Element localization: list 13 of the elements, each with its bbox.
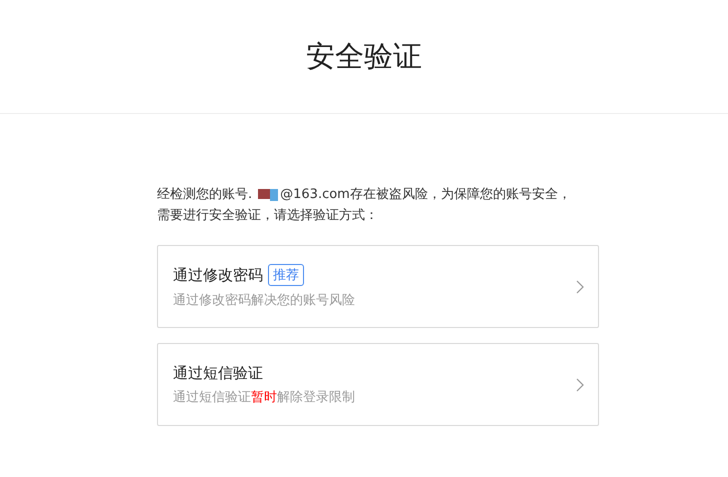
option-card[interactable]: 通过短信验证 通过短信验证暂时解除登录限制: [157, 343, 599, 426]
page-title: 安全验证: [306, 38, 422, 74]
notice-text: @163.com存在被盗风险，为保障您的账号安全，: [280, 186, 571, 204]
option-card[interactable]: 通过修改密码 推荐 通过修改密码解决您的账号风险: [157, 245, 599, 328]
chevron-right-icon: [576, 378, 584, 392]
recommend-badge: 推荐: [268, 264, 304, 286]
option-title: 通过短信验证: [173, 364, 263, 382]
chevron-right-icon: [576, 280, 584, 294]
option-description: 通过修改密码解决您的账号风险: [173, 292, 356, 309]
option-description: 通过短信验证暂时解除登录限制: [173, 388, 356, 406]
notice-text: 需要进行安全验证，请选择验证方式：: [157, 207, 378, 225]
option-title: 通过修改密码: [173, 266, 263, 284]
notice-text: 经检测您的账号.: [157, 186, 252, 204]
